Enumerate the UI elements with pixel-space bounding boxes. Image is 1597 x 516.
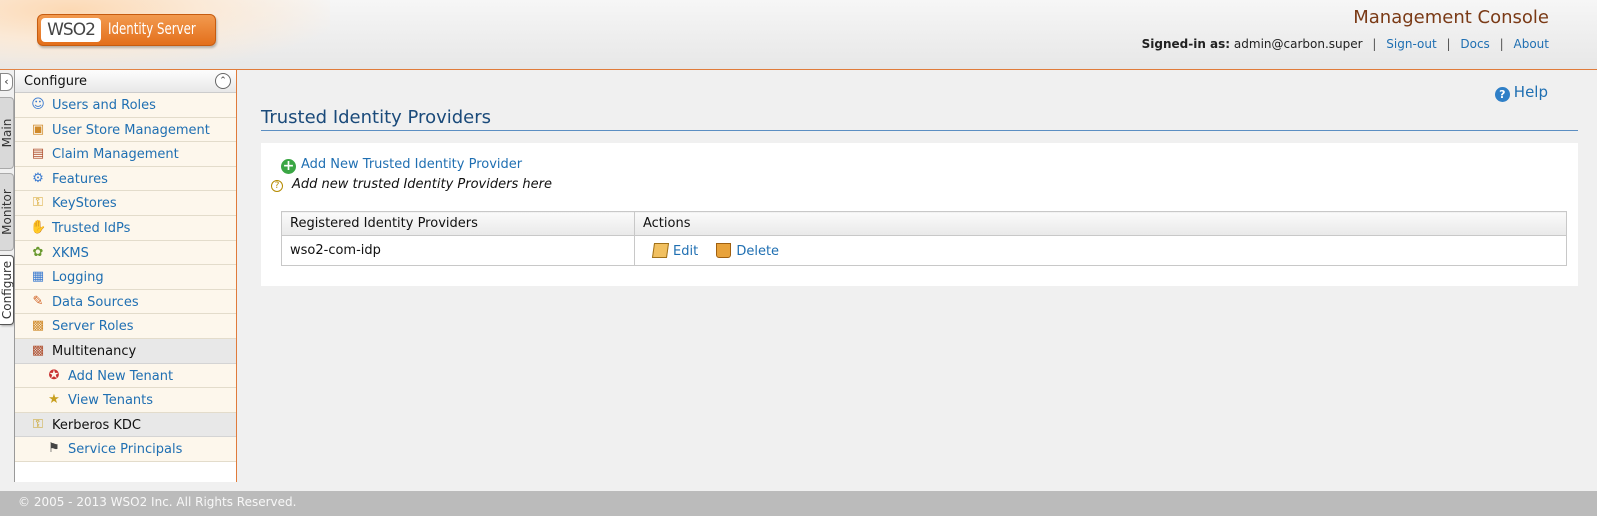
table-header-row: Registered Identity Providers Actions <box>281 211 1567 236</box>
tab-main[interactable]: Main <box>0 97 14 169</box>
sidebar-item-label: Logging <box>52 270 104 286</box>
help-link[interactable]: ? Help <box>1494 83 1548 102</box>
page-title: Trusted Identity Providers <box>261 107 492 128</box>
sidebar-group-kerberos-kdc[interactable]: ⚿ Kerberos KDC <box>15 412 236 438</box>
header: WSO2 Identity Server Management Console … <box>0 0 1597 70</box>
kerberos-icon: ⚿ <box>33 416 43 432</box>
server-roles-icon: ▩ <box>31 318 45 334</box>
sidebar-item-user-store-management[interactable]: ▣ User Store Management <box>15 117 236 143</box>
chevron-up-icon[interactable]: ⌃ <box>215 73 231 89</box>
about-link[interactable]: About <box>1514 37 1549 51</box>
sidebar-item-label: Kerberos KDC <box>52 417 142 433</box>
sidebar-item-xkms[interactable]: ✿ XKMS <box>15 240 236 266</box>
sidebar-group-multitenancy[interactable]: ▩ Multitenancy <box>15 338 236 364</box>
sidebar-item-service-principals[interactable]: ⚑ Service Principals <box>15 437 236 462</box>
help-icon: ? <box>1494 87 1510 102</box>
content-panel: + Add New Trusted Identity Provider ? Add … <box>261 143 1578 286</box>
trash-icon <box>716 242 732 258</box>
xkms-icon: ✿ <box>32 244 44 260</box>
help-label: Help <box>1513 83 1548 101</box>
sidebar-item-label: Data Sources <box>52 294 139 310</box>
vertical-tab-bar: ‹ Main Monitor Configure <box>0 70 14 482</box>
sidebar-item-users-and-roles[interactable]: ☺ Users and Roles <box>15 93 236 118</box>
tab-monitor[interactable]: Monitor <box>0 173 14 251</box>
key-icon: ⚿ <box>33 195 43 211</box>
users-roles-icon: ☺ <box>31 97 45 112</box>
tab-configure-label: Configure <box>0 260 14 320</box>
sidebar-item-label: Service Principals <box>68 442 183 458</box>
sidebar-item-trusted-idps[interactable]: ✋ Trusted IdPs <box>15 215 236 241</box>
signed-in-label: Signed-in as: <box>1141 37 1231 51</box>
logging-icon: ▦ <box>31 269 45 285</box>
sidebar-item-server-roles[interactable]: ▩ Server Roles <box>15 314 236 339</box>
idp-name-cell: wso2-com-idp <box>281 235 635 266</box>
separator: | <box>1499 37 1504 51</box>
sidebar-item-claim-management[interactable]: ▤ Claim Management <box>15 142 236 167</box>
tab-main-label: Main <box>0 118 14 148</box>
add-idp-label: Add New Trusted Identity Provider <box>301 157 523 172</box>
sidebar: Configure ⌃ ☺ Users and Roles ▣ User Store… <box>14 70 237 482</box>
datasource-icon: ✎ <box>32 293 44 309</box>
edit-button[interactable]: Edit <box>651 242 699 259</box>
multitenancy-icon: ▩ <box>31 342 45 358</box>
add-tenant-icon: ✪ <box>48 367 60 383</box>
actions-cell: Edit Delete <box>634 235 1567 266</box>
claim-icon: ▤ <box>31 146 45 162</box>
logo-product-name: Identity Server <box>108 19 196 38</box>
sidebar-item-label: User Store Management <box>52 122 210 138</box>
separator: | <box>1372 37 1377 51</box>
sidebar-item-label: Claim Management <box>52 147 179 163</box>
sidebar-item-label: Trusted IdPs <box>52 220 131 236</box>
add-icon: + <box>281 158 296 174</box>
sidebar-header: Configure ⌃ <box>15 70 236 93</box>
sidebar-item-logging[interactable]: ▦ Logging <box>15 265 236 290</box>
sidebar-item-label: Multitenancy <box>52 343 137 359</box>
idp-table: Registered Identity Providers Actions ws… <box>281 211 1567 266</box>
console-title: Management Console <box>1353 7 1549 28</box>
delete-button[interactable]: Delete <box>716 242 780 259</box>
signed-in-user: admin@carbon.super <box>1233 37 1363 51</box>
table-row: wso2-com-idp Edit Delete <box>281 235 1567 266</box>
features-icon: ⚙ <box>32 170 44 186</box>
sidebar-item-keystores[interactable]: ⚿ KeyStores <box>15 191 236 216</box>
edit-label: Edit <box>673 243 699 259</box>
sidebar-item-label: Features <box>52 171 108 187</box>
title-divider <box>261 130 1578 131</box>
tab-monitor-label: Monitor <box>0 189 14 235</box>
sidebar-item-label: View Tenants <box>68 393 154 409</box>
tab-configure[interactable]: Configure <box>0 255 14 325</box>
sidebar-item-label: Server Roles <box>52 319 134 335</box>
edit-icon <box>651 242 670 258</box>
sidebar-item-data-sources[interactable]: ✎ Data Sources <box>15 289 236 315</box>
copyright-text: © 2005 - 2013 WSO2 Inc. All Rights Reser… <box>18 495 297 509</box>
column-header-idps: Registered Identity Providers <box>281 211 635 236</box>
service-principal-icon: ⚑ <box>48 441 60 457</box>
add-idp-hint-text: Add new trusted Identity Providers here <box>292 177 552 192</box>
chevron-left-icon: ‹ <box>4 75 9 88</box>
add-idp-hint: ? Add new trusted Identity Providers here <box>271 177 552 192</box>
view-tenants-icon: ★ <box>48 392 60 408</box>
handshake-icon: ✋ <box>30 219 47 235</box>
signout-link[interactable]: Sign-out <box>1386 37 1436 51</box>
separator: | <box>1446 37 1451 51</box>
collapse-menu-button[interactable]: ‹ <box>0 73 13 91</box>
sidebar-item-view-tenants[interactable]: ★ View Tenants <box>15 388 236 413</box>
docs-link[interactable]: Docs <box>1460 37 1489 51</box>
sidebar-item-add-new-tenant[interactable]: ✪ Add New Tenant <box>15 363 236 389</box>
wso2-logo[interactable]: WSO2 Identity Server <box>37 14 216 46</box>
userstore-icon: ▣ <box>31 121 45 137</box>
info-icon: ? <box>271 180 283 192</box>
add-idp-link[interactable]: + Add New Trusted Identity Provider <box>281 157 522 174</box>
sidebar-item-label: Users and Roles <box>52 98 156 113</box>
delete-label: Delete <box>736 243 780 259</box>
sidebar-title: Configure <box>24 74 88 89</box>
logo-brand: WSO2 <box>41 18 101 42</box>
user-bar: Signed-in as: admin@carbon.super | Sign-… <box>1142 37 1549 51</box>
sidebar-item-label: KeyStores <box>52 196 117 212</box>
sidebar-item-features[interactable]: ⚙ Features <box>15 166 236 192</box>
footer: © 2005 - 2013 WSO2 Inc. All Rights Reser… <box>0 491 1597 516</box>
sidebar-item-label: Add New Tenant <box>68 368 174 384</box>
sidebar-item-label: XKMS <box>52 245 89 261</box>
column-header-actions: Actions <box>634 211 1567 236</box>
